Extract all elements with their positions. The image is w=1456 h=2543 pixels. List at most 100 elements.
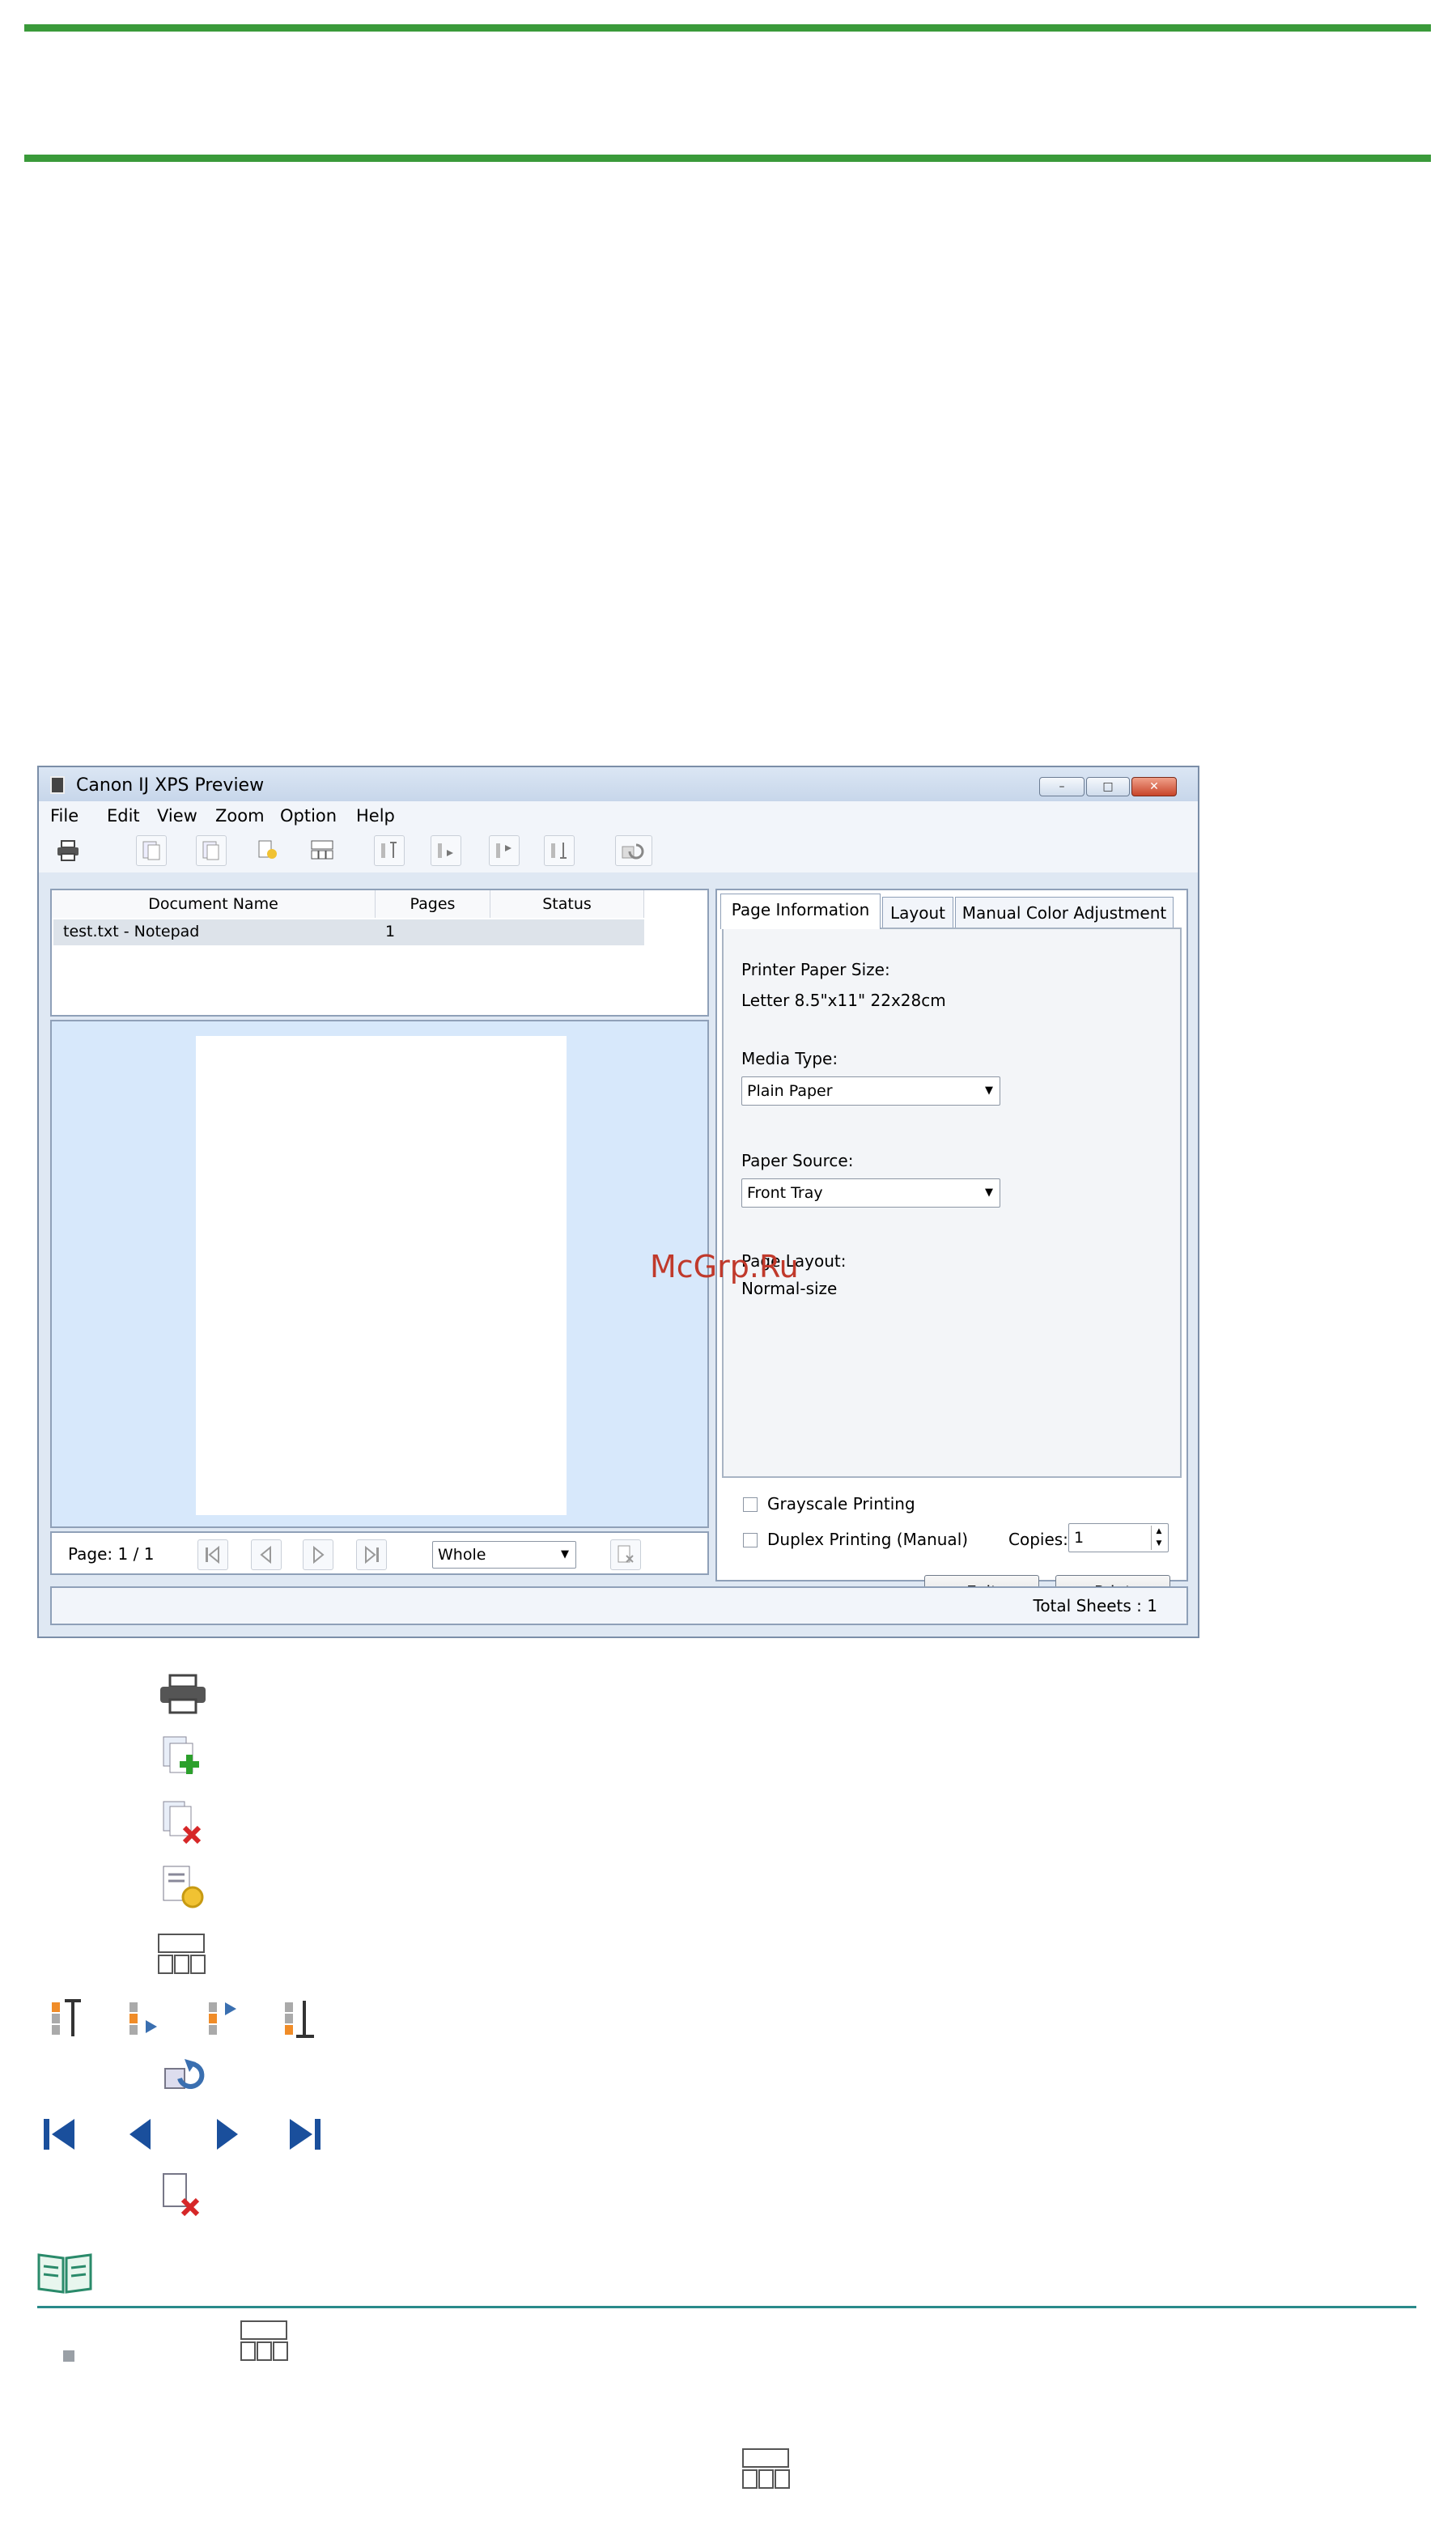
next-page-button[interactable] (303, 1539, 333, 1570)
menu-help[interactable]: Help (356, 806, 395, 826)
delete-document-icon (202, 841, 219, 860)
move-down-icon (209, 2002, 236, 2035)
move-first-button[interactable] (374, 835, 405, 866)
next-page-icon (217, 2119, 238, 2150)
window-title: Canon IJ XPS Preview (76, 775, 265, 796)
thumbnails-icon (240, 2320, 288, 2361)
first-page-icon (206, 1545, 219, 1564)
preview-page (196, 1036, 567, 1515)
page-indicator: Page: 1 / 1 (68, 1544, 155, 1564)
undo-icon (164, 2059, 205, 2089)
print-icon (160, 1674, 206, 1714)
top-rule (24, 24, 1431, 32)
close-button[interactable]: ✕ (1131, 777, 1177, 796)
thumbnails-icon (742, 2448, 790, 2489)
add-document-icon (142, 841, 160, 860)
second-rule (24, 155, 1431, 162)
print-icon (57, 840, 79, 861)
document-settings-icon (258, 840, 277, 859)
copies-value: 1 (1074, 1529, 1085, 1547)
list-bullet (63, 2350, 74, 2362)
status-bar: Total Sheets : 1 (50, 1586, 1188, 1625)
tab-layout[interactable]: Layout (882, 897, 953, 928)
previous-page-icon (260, 1545, 271, 1564)
move-last-icon (551, 843, 567, 859)
media-type-select[interactable]: Plain Paper ▼ (741, 1076, 1000, 1106)
tab-page-information[interactable]: Page Information (720, 894, 881, 929)
move-down-icon (496, 843, 512, 858)
first-page-icon (44, 2119, 74, 2150)
media-type-label: Media Type: (741, 1049, 838, 1068)
page-preview-area (50, 1020, 709, 1528)
menu-bar: File Edit View Zoom Option Help (39, 801, 1198, 829)
menu-zoom[interactable]: Zoom (215, 806, 265, 826)
move-first-icon (381, 842, 397, 858)
chevron-down-icon: ▼ (985, 1187, 993, 1199)
page-navigation-bar: Page: 1 / 1 Whole ▼ (50, 1531, 709, 1575)
zoom-value: Whole (438, 1546, 486, 1564)
delete-document-icon (163, 1801, 202, 1845)
first-page-button[interactable] (197, 1539, 228, 1570)
menu-edit[interactable]: Edit (107, 806, 140, 826)
zoom-select[interactable]: Whole ▼ (432, 1541, 576, 1569)
document-settings-icon (163, 1866, 204, 1908)
note-book-icon (37, 2253, 92, 2294)
column-header-document-name[interactable]: Document Name (52, 890, 376, 918)
menu-view[interactable]: View (157, 806, 197, 826)
grayscale-checkbox[interactable] (743, 1497, 758, 1512)
delete-page-icon (618, 1545, 634, 1563)
chevron-down-icon: ▼ (985, 1085, 993, 1097)
duplex-label: Duplex Printing (Manual) (767, 1530, 969, 1549)
document-name: test.txt - Notepad (63, 923, 200, 940)
settings-panel: Page Information Layout Manual Color Adj… (715, 889, 1188, 1607)
stepper-arrows-icon[interactable]: ▲ ▼ (1151, 1526, 1166, 1550)
chevron-down-icon: ▼ (561, 1548, 569, 1560)
move-up-icon (129, 2002, 157, 2035)
document-list: Document Name Pages Status test.txt - No… (50, 889, 709, 1017)
minimize-button[interactable]: – (1039, 777, 1085, 796)
xps-preview-window: Canon IJ XPS Preview – □ ✕ File Edit Vie… (37, 766, 1199, 1638)
document-row[interactable]: test.txt - Notepad 1 (53, 919, 644, 945)
move-last-button[interactable] (544, 835, 575, 866)
note-rule (37, 2306, 1416, 2308)
page-information-body: Printer Paper Size: Letter 8.5"x11" 22x2… (722, 928, 1182, 1478)
print-button[interactable] (52, 835, 83, 866)
delete-page-button[interactable] (610, 1539, 641, 1570)
move-up-button[interactable] (431, 835, 461, 866)
move-down-button[interactable] (489, 835, 520, 866)
menu-file[interactable]: File (50, 806, 79, 826)
paper-source-select[interactable]: Front Tray ▼ (741, 1178, 1000, 1208)
paper-size-label: Printer Paper Size: (741, 960, 890, 979)
watermark: McGrp.Ru (650, 1249, 799, 1284)
last-page-button[interactable] (356, 1539, 387, 1570)
move-last-icon (285, 2001, 314, 2038)
thumbnails-icon (311, 840, 333, 860)
previous-page-icon (129, 2119, 151, 2150)
toolbar (39, 829, 1198, 872)
document-settings-button[interactable] (253, 835, 283, 866)
tab-manual-color-adjustment[interactable]: Manual Color Adjustment (955, 897, 1174, 928)
copies-label: Copies: (1008, 1530, 1068, 1549)
last-page-icon (290, 2119, 320, 2150)
add-document-button[interactable] (136, 835, 167, 866)
maximize-button[interactable]: □ (1086, 777, 1130, 796)
add-document-icon (163, 1736, 199, 1774)
paper-source-value: Front Tray (747, 1184, 823, 1202)
menu-option[interactable]: Option (280, 806, 337, 826)
paper-source-label: Paper Source: (741, 1151, 854, 1170)
app-icon (50, 776, 65, 794)
previous-page-button[interactable] (251, 1539, 282, 1570)
document-pages: 1 (385, 923, 396, 940)
duplex-checkbox[interactable] (743, 1533, 758, 1547)
undo-button[interactable] (615, 835, 652, 866)
column-header-pages[interactable]: Pages (376, 890, 490, 918)
thumbnails-button[interactable] (306, 835, 337, 866)
copies-stepper[interactable]: 1 ▲ ▼ (1068, 1523, 1169, 1552)
total-sheets: Total Sheets : 1 (1033, 1596, 1158, 1615)
move-up-icon (438, 843, 453, 858)
move-first-icon (52, 1999, 81, 2036)
delete-page-icon (163, 2173, 200, 2217)
column-header-status[interactable]: Status (490, 890, 644, 918)
undo-icon (622, 843, 644, 860)
delete-document-button[interactable] (196, 835, 227, 866)
